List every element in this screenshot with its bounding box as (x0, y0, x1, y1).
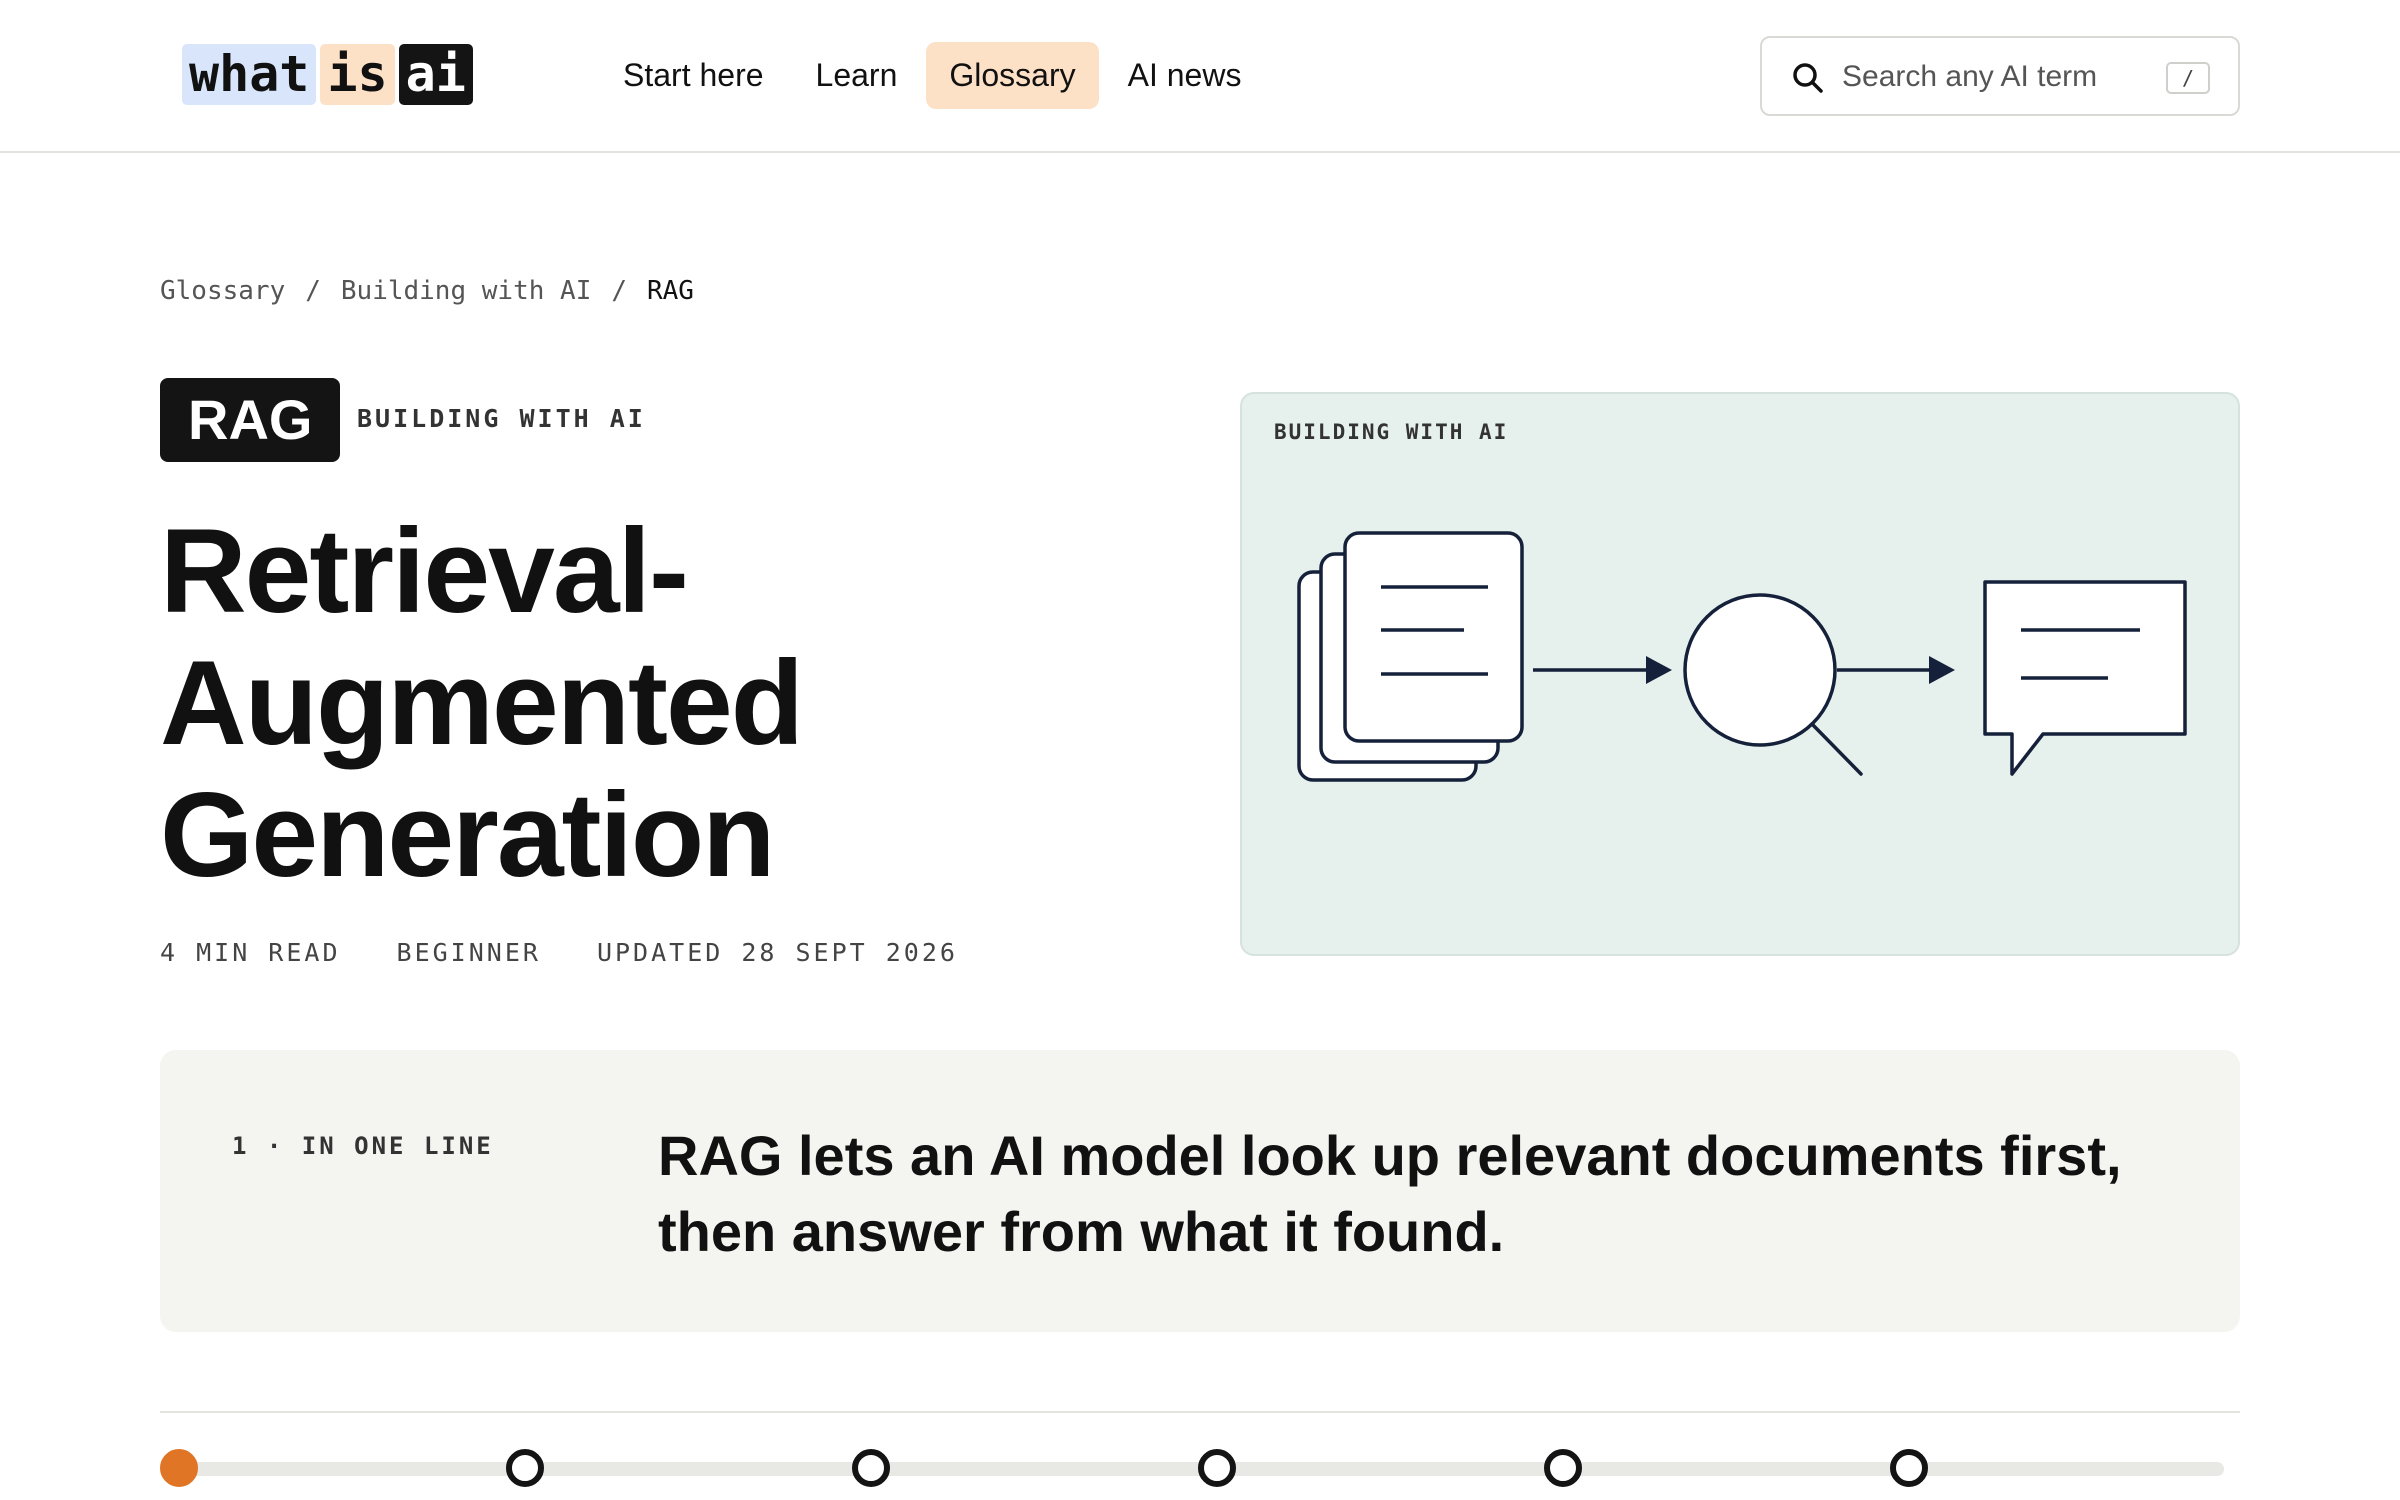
chat-bubble-icon (1983, 580, 2187, 776)
breadcrumb-building-with-ai[interactable]: Building with AI (341, 276, 591, 306)
summary-line: RAG lets an AI model look up relevant do… (658, 1124, 2122, 1187)
search-shortcut-key: / (2166, 62, 2210, 94)
nav-start-here[interactable]: Start here (600, 42, 787, 109)
difficulty-level: BEGINNER (396, 938, 541, 967)
progress-step-4[interactable] (1198, 1449, 1236, 1487)
site-logo[interactable]: what is ai (182, 44, 473, 105)
site-header: what is ai Start here Learn Glossary AI … (0, 0, 2400, 153)
rag-flow-diagram (1297, 531, 2187, 782)
breadcrumb-separator: / (611, 276, 627, 306)
article-meta: 4 MIN READ BEGINNER UPDATED 28 SEPT 2026 (160, 938, 958, 967)
main-nav: Start here Learn Glossary AI news (600, 42, 1264, 109)
progress-step-5[interactable] (1544, 1449, 1582, 1487)
progress-step-1[interactable] (160, 1449, 198, 1487)
arrow-icon (1533, 656, 1672, 684)
nav-learn[interactable]: Learn (793, 42, 921, 109)
breadcrumb-current: RAG (647, 276, 694, 306)
title-line: Generation (160, 768, 775, 902)
nav-ai-news[interactable]: AI news (1105, 42, 1265, 109)
title-line: Augmented (160, 636, 804, 770)
logo-word-ai: ai (398, 44, 473, 105)
term-category: BUILDING WITH AI (357, 404, 646, 433)
breadcrumb: Glossary / Building with AI / RAG (160, 276, 694, 306)
one-line-summary-card: 1 · IN ONE LINE RAG lets an AI model loo… (160, 1050, 2240, 1332)
progress-step-3[interactable] (852, 1449, 890, 1487)
logo-word-what: what (182, 44, 317, 105)
page-title: Retrieval- Augmented Generation (160, 505, 1060, 901)
search-icon (1793, 63, 1823, 93)
logo-word-is: is (320, 44, 395, 105)
summary-text: RAG lets an AI model look up relevant do… (658, 1118, 2158, 1270)
documents-icon (1297, 531, 1524, 782)
magnifier-icon (1683, 593, 1863, 776)
title-line: Retrieval- (160, 504, 689, 638)
summary-label: 1 · IN ONE LINE (232, 1132, 494, 1160)
breadcrumb-separator: / (305, 276, 321, 306)
section-divider (160, 1411, 2240, 1413)
progress-step-6[interactable] (1890, 1449, 1928, 1487)
read-time: 4 MIN READ (160, 938, 341, 967)
search-box[interactable]: / (1760, 36, 2240, 116)
search-input[interactable] (1842, 56, 2142, 98)
illustration-panel: BUILDING WITH AI (1240, 392, 2240, 956)
summary-line: then answer from what it found. (658, 1200, 1505, 1263)
arrow-icon (1837, 656, 1955, 684)
nav-glossary[interactable]: Glossary (926, 42, 1099, 109)
term-badge: RAG (160, 378, 341, 462)
breadcrumb-glossary[interactable]: Glossary (160, 276, 285, 306)
updated-date: UPDATED 28 SEPT 2026 (596, 938, 958, 967)
progress-step-2[interactable] (506, 1449, 544, 1487)
